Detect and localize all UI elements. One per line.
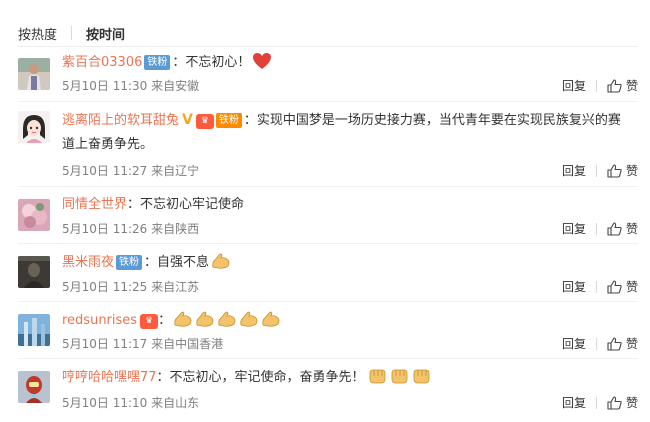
like-button[interactable]: 赞 [607,278,638,295]
comment-location: 来自中国香港 [151,337,224,351]
reply-button[interactable]: 回复 [562,220,586,237]
iron-fan-badge: 铁粉 [144,55,171,70]
comment-meta: 5月10日 11:30 来自安徽 [62,77,199,94]
comment-actions: 回复 赞 [562,77,638,94]
comment-location: 来自辽宁 [151,164,200,178]
like-label: 赞 [625,280,638,294]
svip-badge-icon: ♛ [195,114,214,129]
muscle-emoji-icon [211,252,231,279]
comment-username[interactable]: 逃离陌上的软耳甜兔 [62,113,179,128]
comment-time: 5月10日 11:25 [62,280,148,294]
comment-time: 5月10日 11:30 [62,79,148,93]
comment-time: 5月10日 11:17 [62,337,148,351]
comment-location: 来自江苏 [151,280,200,294]
comment-item: 同情全世界：不忘初心牢记使命 5月10日 11:26 来自陕西 回复 赞 [18,187,638,244]
fist-emoji-icon [367,367,387,394]
muscle-emoji-icon [261,310,281,337]
reply-button[interactable]: 回复 [562,335,586,352]
action-divider [595,164,597,177]
like-button[interactable]: 赞 [607,162,638,179]
comment-text: ：自强不息 [144,255,210,270]
like-button[interactable]: 赞 [607,335,638,352]
thumbs-up-icon [607,279,622,294]
thumbs-up-icon [607,395,622,410]
comment-meta: 5月10日 11:26 来自陕西 [62,220,199,237]
sort-bar: 按热度 按时间 [18,23,125,43]
comment-meta: 5月10日 11:27 来自辽宁 [62,162,199,179]
comment-item: 紫百合03306 铁粉 ：不忘初心！ 5月10日 11:30 来自安徽 回复 赞 [18,49,638,102]
muscle-emoji-icon [217,310,237,337]
comment-text: ：不忘初心牢记使命 [127,197,245,212]
avatar[interactable] [18,199,50,231]
comment-location: 来自陕西 [151,222,200,236]
like-label: 赞 [625,396,638,410]
comment-username[interactable]: 紫百合03306 [62,55,142,70]
comment-time: 5月10日 11:27 [62,164,148,178]
avatar[interactable] [18,58,50,90]
thumbs-up-icon [607,336,622,351]
top-divider [18,46,638,47]
heart-emoji-icon [252,52,272,79]
comment-item: 黑米雨夜 铁粉 ：自强不息 5月10日 11:25 来自江苏 回复 赞 [18,244,638,302]
like-label: 赞 [625,222,638,236]
action-divider [595,79,597,92]
comment-meta: 5月10日 11:17 来自中国香港 [62,335,223,352]
action-divider [595,280,597,293]
iron-fan-badge: 铁粉 [215,113,242,128]
like-button[interactable]: 赞 [607,394,638,411]
comment-text: ：不忘初心！ [172,55,251,70]
action-divider [595,396,597,409]
thumbs-up-icon [607,163,622,178]
muscle-emoji-icon [173,310,193,337]
comment-username[interactable]: redsunrises [62,313,137,328]
sort-divider [71,26,73,40]
iron-fan-badge: 铁粉 [116,255,143,270]
comment-meta: 5月10日 11:10 来自山东 [62,394,199,411]
comment-username[interactable]: 黑米雨夜 [62,255,114,270]
comment-text: ：不忘初心，牢记使命，奋勇争先！ [156,370,365,385]
comment-actions: 回复 赞 [562,394,638,411]
avatar[interactable] [18,111,50,143]
comment-meta: 5月10日 11:25 来自江苏 [62,278,199,295]
fist-emoji-icon [389,367,409,394]
sort-by-time-tab[interactable]: 按时间 [86,24,125,43]
avatar[interactable] [18,371,50,403]
reply-button[interactable]: 回复 [562,162,586,179]
reply-button[interactable]: 回复 [562,394,586,411]
like-button[interactable]: 赞 [607,77,638,94]
comment-actions: 回复 赞 [562,162,638,179]
comment-item: redsunrises ♛： 5月10日 11:17 来自中国香港 回复 赞 [18,302,638,359]
comment-actions: 回复 赞 [562,220,638,237]
like-button[interactable]: 赞 [607,220,638,237]
fist-emoji-icon [411,367,431,394]
comment-item: 逃离陌上的软耳甜兔 V ♛ 铁粉 ：实现中国梦是一场历史接力赛，当代青年要在实现民族复兴… [18,102,638,187]
avatar[interactable] [18,256,50,288]
comment-time: 5月10日 11:26 [62,222,148,236]
comment-actions: 回复 赞 [562,278,638,295]
comment-username[interactable]: 同情全世界 [62,197,127,212]
avatar[interactable] [18,314,50,346]
like-label: 赞 [625,337,638,351]
comment-text: ： [158,313,172,328]
action-divider [595,222,597,235]
action-divider [595,337,597,350]
thumbs-up-icon [607,221,622,236]
thumbs-up-icon [607,78,622,93]
sort-by-hot-tab[interactable]: 按热度 [18,24,57,43]
comment-item: 哼哼哈哈嘿嘿77：不忘初心，牢记使命，奋勇争先！ 5月10日 11:10 来自山… [18,359,638,422]
reply-button[interactable]: 回复 [562,278,586,295]
comment-location: 来自安徽 [151,79,200,93]
comment-location: 来自山东 [151,396,200,410]
comment-username[interactable]: 哼哼哈哈嘿嘿77 [62,370,157,385]
like-label: 赞 [625,164,638,178]
comment-actions: 回复 赞 [562,335,638,352]
verified-v-icon: V [182,112,193,128]
muscle-emoji-icon [195,310,215,337]
muscle-emoji-icon [239,310,259,337]
svip-badge-icon: ♛ [140,314,159,329]
like-label: 赞 [625,79,638,93]
reply-button[interactable]: 回复 [562,77,586,94]
comment-time: 5月10日 11:10 [62,396,148,410]
